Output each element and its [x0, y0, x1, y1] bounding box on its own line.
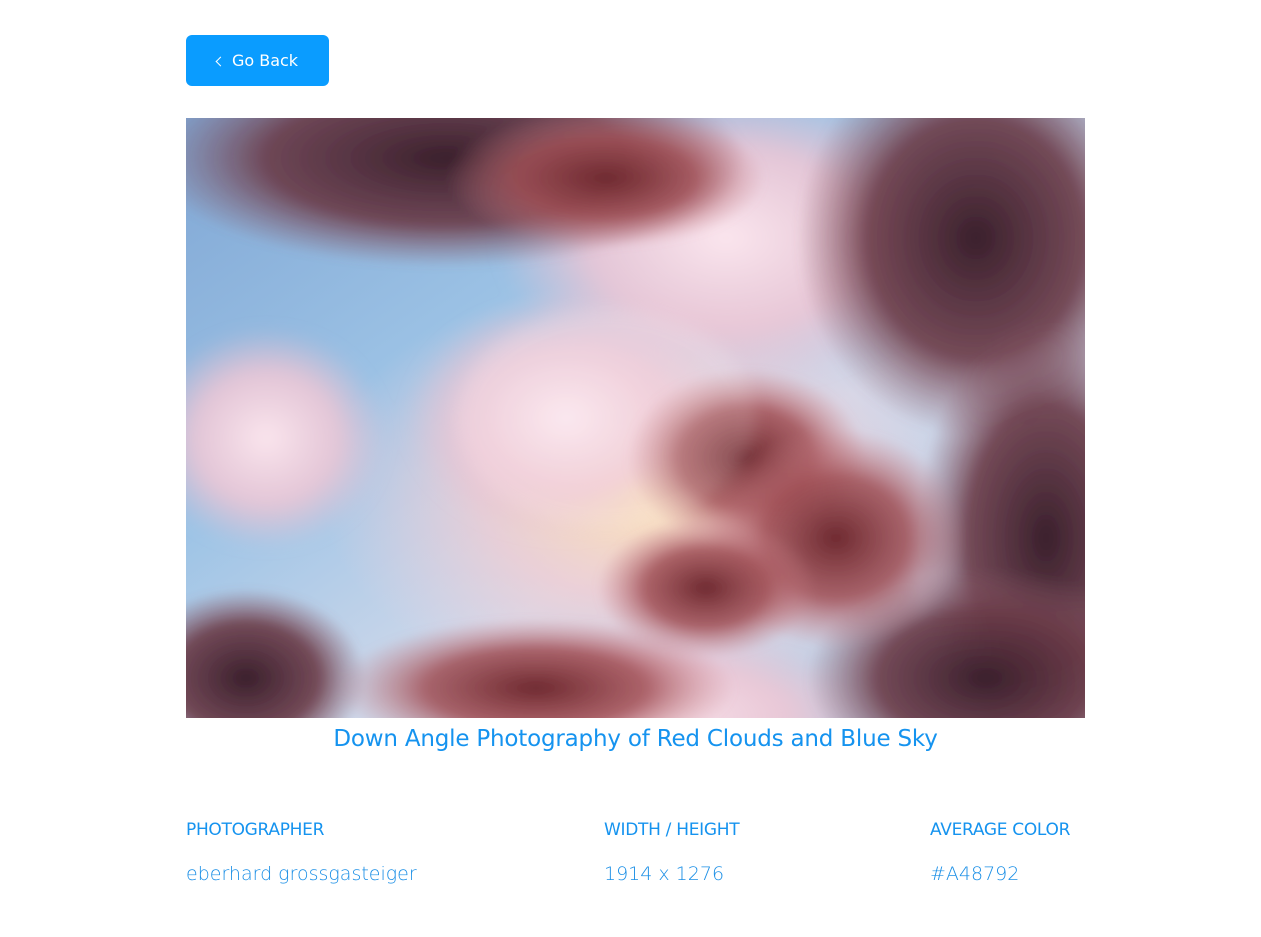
- photographer-label: PHOTOGRAPHER: [186, 820, 325, 840]
- photographer-name: eberhard grossgasteiger: [186, 863, 417, 885]
- photo-image: [186, 118, 1085, 718]
- average-color-value: #A48792: [930, 863, 1020, 885]
- dimensions-value: 1914 x 1276: [604, 863, 725, 885]
- dimensions-label: WIDTH / HEIGHT: [604, 820, 740, 840]
- chevron-left-icon: [215, 56, 226, 66]
- go-back-label: Go Back: [231, 51, 299, 70]
- photo-title: Down Angle Photography of Red Clouds and…: [333, 726, 938, 752]
- go-back-button[interactable]: Go Back: [186, 35, 329, 86]
- average-color-label: AVERAGE COLOR: [930, 820, 1071, 840]
- photo-detail-page: Go Back Down Angle Photography of Red Cl…: [0, 0, 1261, 937]
